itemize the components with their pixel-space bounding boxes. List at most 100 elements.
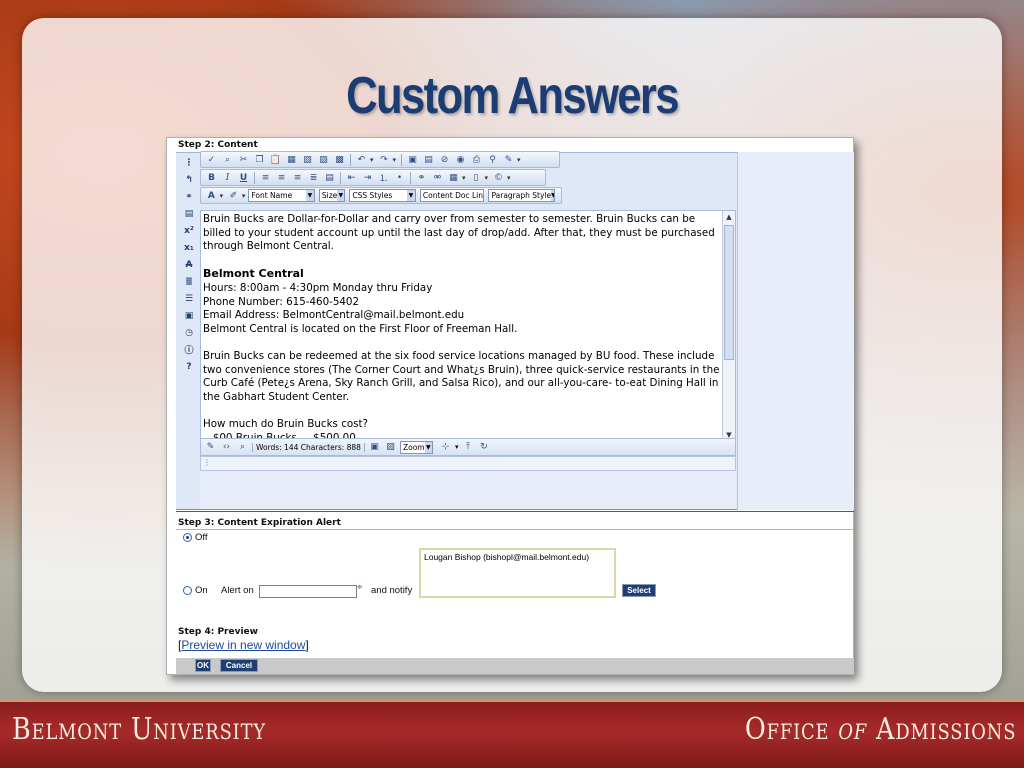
- list-icon[interactable]: ☰: [182, 291, 196, 306]
- bullet-list-icon[interactable]: •: [392, 171, 407, 185]
- content-doc-link-select[interactable]: Content Doc Link▼: [419, 189, 485, 202]
- chevron-down-icon: ▼: [406, 190, 415, 201]
- bold-button[interactable]: B: [204, 171, 219, 185]
- paragraph: Bruin Bucks are Dollar-for-Dollar and ca…: [203, 213, 715, 253]
- info-icon[interactable]: ⓘ: [182, 342, 196, 357]
- clock-icon[interactable]: ◷: [182, 325, 196, 340]
- paste-icon[interactable]: 📋: [268, 153, 283, 167]
- remove-link-icon[interactable]: ⚮: [430, 171, 445, 185]
- copy-icon[interactable]: ❐: [252, 153, 267, 167]
- table-icon[interactable]: ▦: [446, 171, 461, 185]
- refresh-icon[interactable]: ↻: [477, 441, 490, 454]
- notify-recipients-box[interactable]: Lougan Bishop (bishopl@mail.belmont.edu): [419, 548, 616, 598]
- highlight-icon[interactable]: ✐: [226, 189, 241, 203]
- cut-icon[interactable]: ✂: [236, 153, 251, 167]
- html-mode-icon[interactable]: ‹›: [220, 441, 233, 454]
- alert-on-radio[interactable]: [183, 586, 192, 595]
- module-icon[interactable]: ▣: [368, 441, 381, 454]
- content-text: Bruin Bucks are Dollar-for-Dollar and ca…: [203, 213, 721, 441]
- alert-on-label: On: [195, 585, 208, 596]
- notify-recipient: Lougan Bishop (bishopl@mail.belmont.edu): [424, 552, 590, 562]
- spell-icon[interactable]: ✓: [204, 153, 219, 167]
- back-icon[interactable]: ↰: [182, 173, 196, 188]
- flash-icon[interactable]: ⊘: [437, 153, 452, 167]
- image-icon[interactable]: ▣: [405, 153, 420, 167]
- outdent-icon[interactable]: ⇤: [344, 171, 359, 185]
- template-icon[interactable]: ▣: [182, 308, 196, 323]
- document-icon[interactable]: ⎙: [469, 153, 484, 167]
- preview-in-new-window-link[interactable]: Preview in new window: [181, 638, 305, 652]
- align-right-icon[interactable]: ≡: [290, 171, 305, 185]
- redo-icon[interactable]: ↷: [377, 153, 392, 167]
- content-editor[interactable]: Bruin Bucks are Dollar-for-Dollar and ca…: [200, 210, 736, 442]
- paste-word-icon[interactable]: ▧: [300, 153, 315, 167]
- undo-dropdown-icon[interactable]: ▾: [370, 156, 374, 164]
- inspector-dropdown-icon[interactable]: ▾: [455, 443, 459, 451]
- underline-button[interactable]: U: [236, 171, 251, 185]
- cancel-button[interactable]: Cancel: [220, 659, 258, 672]
- font-color-dropdown-icon[interactable]: ▾: [220, 192, 224, 200]
- editor-lower-area: [200, 471, 736, 509]
- italic-button[interactable]: I: [220, 171, 235, 185]
- font-name-select[interactable]: Font Name ▼: [248, 189, 315, 202]
- insert-field-icon[interactable]: ▯: [469, 171, 484, 185]
- preview-mode-icon[interactable]: ⌕: [236, 441, 249, 454]
- css-styles-select[interactable]: CSS Styles ▼: [349, 189, 416, 202]
- field-dropdown-icon[interactable]: ▾: [485, 174, 489, 182]
- format-painter-icon[interactable]: ✎: [501, 153, 516, 167]
- align-center-icon[interactable]: ≡: [274, 171, 289, 185]
- redo-dropdown-icon[interactable]: ▾: [393, 156, 397, 164]
- font-color-icon[interactable]: A: [204, 189, 219, 203]
- paste-plain-icon[interactable]: ▩: [332, 153, 347, 167]
- indent-icon[interactable]: ⇥: [360, 171, 375, 185]
- footer-office: Office of Admissions: [744, 712, 1016, 747]
- numbered-list-icon[interactable]: ⒈: [376, 171, 391, 185]
- paste-text-icon[interactable]: ▦: [284, 153, 299, 167]
- editor-lower-bar: ⋮: [200, 456, 736, 471]
- justify-full-icon[interactable]: ▤: [322, 171, 337, 185]
- help-icon[interactable]: ?: [182, 359, 196, 374]
- media-icon[interactable]: ◉: [453, 153, 468, 167]
- highlight-dropdown-icon[interactable]: ▾: [242, 192, 246, 200]
- indent-icon[interactable]: ≣: [182, 274, 196, 289]
- hyperlink-icon[interactable]: ⚲: [485, 153, 500, 167]
- symbol-icon[interactable]: ©: [491, 171, 506, 185]
- divider: [176, 511, 854, 512]
- symbol-dropdown-icon[interactable]: ▾: [507, 174, 511, 182]
- scrollbar-thumb[interactable]: [724, 225, 734, 360]
- insert-link-icon[interactable]: ⚭: [414, 171, 429, 185]
- undo-icon[interactable]: ↶: [354, 153, 369, 167]
- separator: [254, 171, 255, 184]
- resize-icon[interactable]: ⤒: [461, 441, 474, 454]
- subscript-icon[interactable]: x₁: [182, 241, 196, 256]
- superscript-icon[interactable]: x²: [182, 224, 196, 239]
- paste-html-icon[interactable]: ▨: [316, 153, 331, 167]
- strikethrough-icon[interactable]: A: [182, 258, 196, 273]
- design-mode-icon[interactable]: ✎: [204, 441, 217, 454]
- zoom-select[interactable]: Zoom ▼: [399, 440, 433, 454]
- paragraph-style-select[interactable]: Paragraph Style▼: [488, 189, 555, 202]
- editor-right-gutter: [737, 152, 854, 510]
- alert-off-radio[interactable]: [183, 533, 192, 542]
- painter-dropdown-icon[interactable]: ▾: [517, 156, 521, 164]
- alert-date-input[interactable]: [259, 585, 357, 598]
- print-icon[interactable]: ▤: [182, 207, 196, 222]
- statistics-icon[interactable]: ▧: [384, 441, 397, 454]
- word-count: Words: 144 Characters: 888: [252, 442, 365, 452]
- image-map-icon[interactable]: ▤: [421, 153, 436, 167]
- vertical-scrollbar[interactable]: ▲ ▼: [722, 211, 735, 441]
- font-size-select[interactable]: Size ▼: [318, 189, 346, 202]
- find-icon[interactable]: ⌕: [220, 153, 235, 167]
- chevron-down-icon: ▼: [337, 190, 345, 201]
- align-left-icon[interactable]: ≡: [258, 171, 273, 185]
- align-justify-icon[interactable]: ≣: [306, 171, 321, 185]
- link-icon[interactable]: ⚭: [182, 190, 196, 205]
- chevron-down-icon: ▼: [305, 190, 314, 201]
- footer-university: Belmont University: [12, 712, 266, 747]
- select-button[interactable]: Select: [622, 584, 656, 597]
- table-dropdown-icon[interactable]: ▾: [462, 174, 466, 182]
- dom-inspector-icon[interactable]: ⊹: [439, 441, 452, 454]
- ok-button[interactable]: OK: [195, 659, 211, 672]
- calendar-icon[interactable]: ⌖: [357, 582, 363, 593]
- scroll-up-icon[interactable]: ▲: [723, 211, 735, 223]
